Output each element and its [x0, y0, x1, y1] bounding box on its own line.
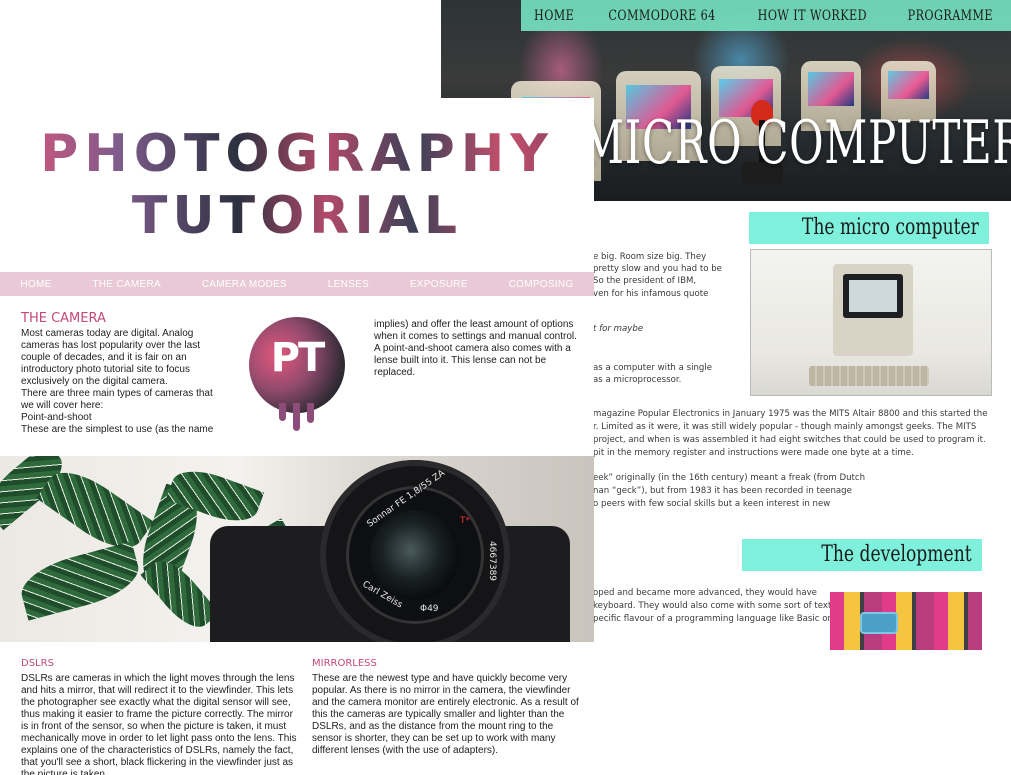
dslrs-heading: DSLRS	[21, 658, 54, 669]
body-text-line: nan “geck”), but from 1983 it has been r…	[593, 486, 852, 496]
body-text-line: pit in the memory register and instructi…	[593, 448, 914, 458]
nav-lenses[interactable]: LENSES	[328, 279, 369, 290]
section-heading-development: The development	[742, 539, 982, 571]
nav-how-it-worked[interactable]: HOW IT WORKED	[758, 8, 867, 24]
camera-lens: Sonnar FE 1,8/55 ZA T* 4667389 Carl Zeis…	[320, 460, 510, 642]
body-text-line: pecific flavour of a programming languag…	[593, 614, 832, 624]
pt-logo: PT	[249, 317, 345, 431]
body-text-line: keyboard. They would also come with some…	[593, 601, 832, 611]
body-text-line: r. Limited as it were, it was still wide…	[593, 422, 977, 432]
nav-home[interactable]: HOME	[534, 8, 574, 24]
camera-lens-photo: Sonnar FE 1,8/55 ZA T* 4667389 Carl Zeis…	[0, 456, 594, 642]
main-nav: HOME COMMODORE 64 HOW IT WORKED PROGRAMM…	[521, 0, 1011, 31]
body-text-line: So the president of IBM,	[593, 276, 697, 286]
body-text-line: ven for his infamous quote	[593, 289, 709, 299]
quote-text: t for maybe	[593, 324, 644, 334]
nav-camera-modes[interactable]: CAMERA MODES	[202, 279, 287, 290]
the-camera-text-column-2: implies) and offer the least amount of o…	[374, 319, 577, 378]
computer-ports-image	[830, 592, 982, 650]
the-camera-heading: THE CAMERA	[21, 311, 106, 326]
hero-title: MICRO COMPUTER	[581, 108, 1011, 178]
body-text-line: project, and when is was assembled it ha…	[593, 435, 986, 445]
body-text-line: o peers with few social skills but a kee…	[593, 499, 831, 509]
body-text-line: eek” originally (in the 16th century) me…	[593, 473, 866, 483]
mirrorless-heading: MIRRORLESS	[312, 658, 377, 669]
body-text-line: magazine Popular Electronics in January …	[593, 409, 988, 419]
nav-commodore-64[interactable]: COMMODORE 64	[608, 8, 715, 24]
body-text-line: pretty slow and you had to be	[593, 264, 722, 274]
nav-composing[interactable]: COMPOSING	[509, 279, 574, 290]
photography-tutorial-page-window: PHOTOGRAPHY TUTORIAL HOME THE CAMERA CAM…	[0, 98, 594, 775]
body-text-line: oped and became more advanced, they woul…	[593, 588, 817, 598]
macintosh-computer-image	[750, 249, 992, 396]
site-title-line-2: TUTORIAL	[0, 186, 594, 246]
dslrs-text: DSLRs are cameras in which the light mov…	[21, 673, 297, 775]
mirrorless-text: These are the newest type and have quick…	[312, 673, 579, 756]
section-heading-micro-computer: The micro computer	[749, 212, 989, 244]
nav-the-camera[interactable]: THE CAMERA	[92, 279, 161, 290]
nav-programme[interactable]: PROGRAMME	[907, 8, 992, 24]
the-camera-text: Most cameras today are digital. Analog c…	[21, 328, 214, 435]
site-title-line-1: PHOTOGRAPHY	[0, 124, 594, 184]
nav-home[interactable]: HOME	[20, 279, 51, 290]
body-text-line: as a computer with a single	[593, 363, 713, 373]
body-text-line: as a microprocessor.	[593, 375, 682, 385]
nav-exposure[interactable]: EXPOSURE	[410, 279, 468, 290]
body-text-line: e big. Room size big. They	[593, 252, 707, 262]
photo-nav: HOME THE CAMERA CAMERA MODES LENSES EXPO…	[0, 272, 594, 296]
